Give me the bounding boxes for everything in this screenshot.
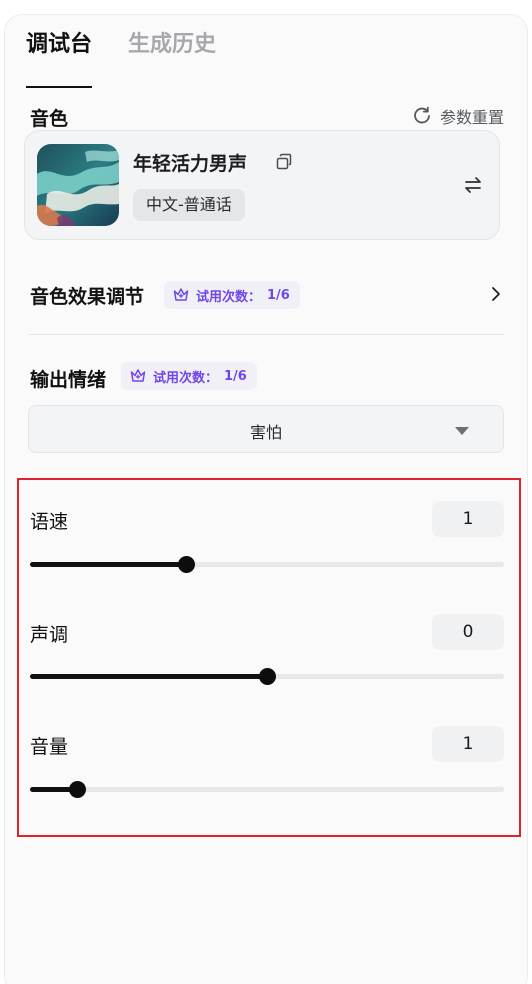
speed-slider-fill [30,562,187,567]
chevron-right-icon[interactable] [488,284,504,304]
emotion-trial-badge: 试用次数： 1/6 [121,362,257,390]
trial-label: 试用次数： [153,370,219,386]
trial-count: 1/6 [267,287,290,303]
trial-count: 1/6 [224,368,247,384]
volume-slider[interactable] [30,781,504,798]
pitch-slider[interactable] [30,668,504,685]
pitch-label: 声调 [30,624,69,646]
voice-effect-title: 音色效果调节 [30,286,145,308]
tab-history[interactable]: 生成历史 [128,30,216,74]
voice-card[interactable]: 年轻活力男声 中文-普通话 [24,130,500,240]
trial-label: 试用次数： [196,289,262,305]
reset-label: 参数重置 [439,108,504,127]
speed-slider[interactable] [30,556,504,573]
tab-bar: 调试台 生成历史 [26,30,216,88]
swap-icon[interactable] [463,175,483,195]
section-divider [28,334,504,335]
crown-icon [173,288,189,301]
voice-effect-trial-badge: 试用次数： 1/6 [164,281,300,309]
emotion-title: 输出情绪 [30,369,107,391]
voice-name: 年轻活力男声 [133,153,248,175]
crown-icon [130,369,146,382]
tab-debug[interactable]: 调试台 [26,30,93,88]
pitch-slider-thumb[interactable] [259,668,276,685]
speed-value-input[interactable]: 1 [432,501,504,537]
volume-label: 音量 [30,736,69,758]
emotion-selected-value: 害怕 [249,423,282,442]
voice-section-title: 音色 [30,108,69,130]
copy-icon[interactable] [275,153,293,171]
reset-params-button[interactable]: 参数重置 [412,104,504,128]
refresh-icon [414,106,430,124]
emotion-select[interactable]: 害怕 [28,405,504,453]
caret-down-icon [455,427,469,435]
speed-label: 语速 [30,511,69,533]
volume-value-input[interactable]: 1 [432,726,504,762]
language-tag: 中文-普通话 [133,189,245,221]
pitch-value-input[interactable]: 0 [432,614,504,650]
voice-avatar [37,144,119,226]
pitch-slider-fill [30,674,267,679]
